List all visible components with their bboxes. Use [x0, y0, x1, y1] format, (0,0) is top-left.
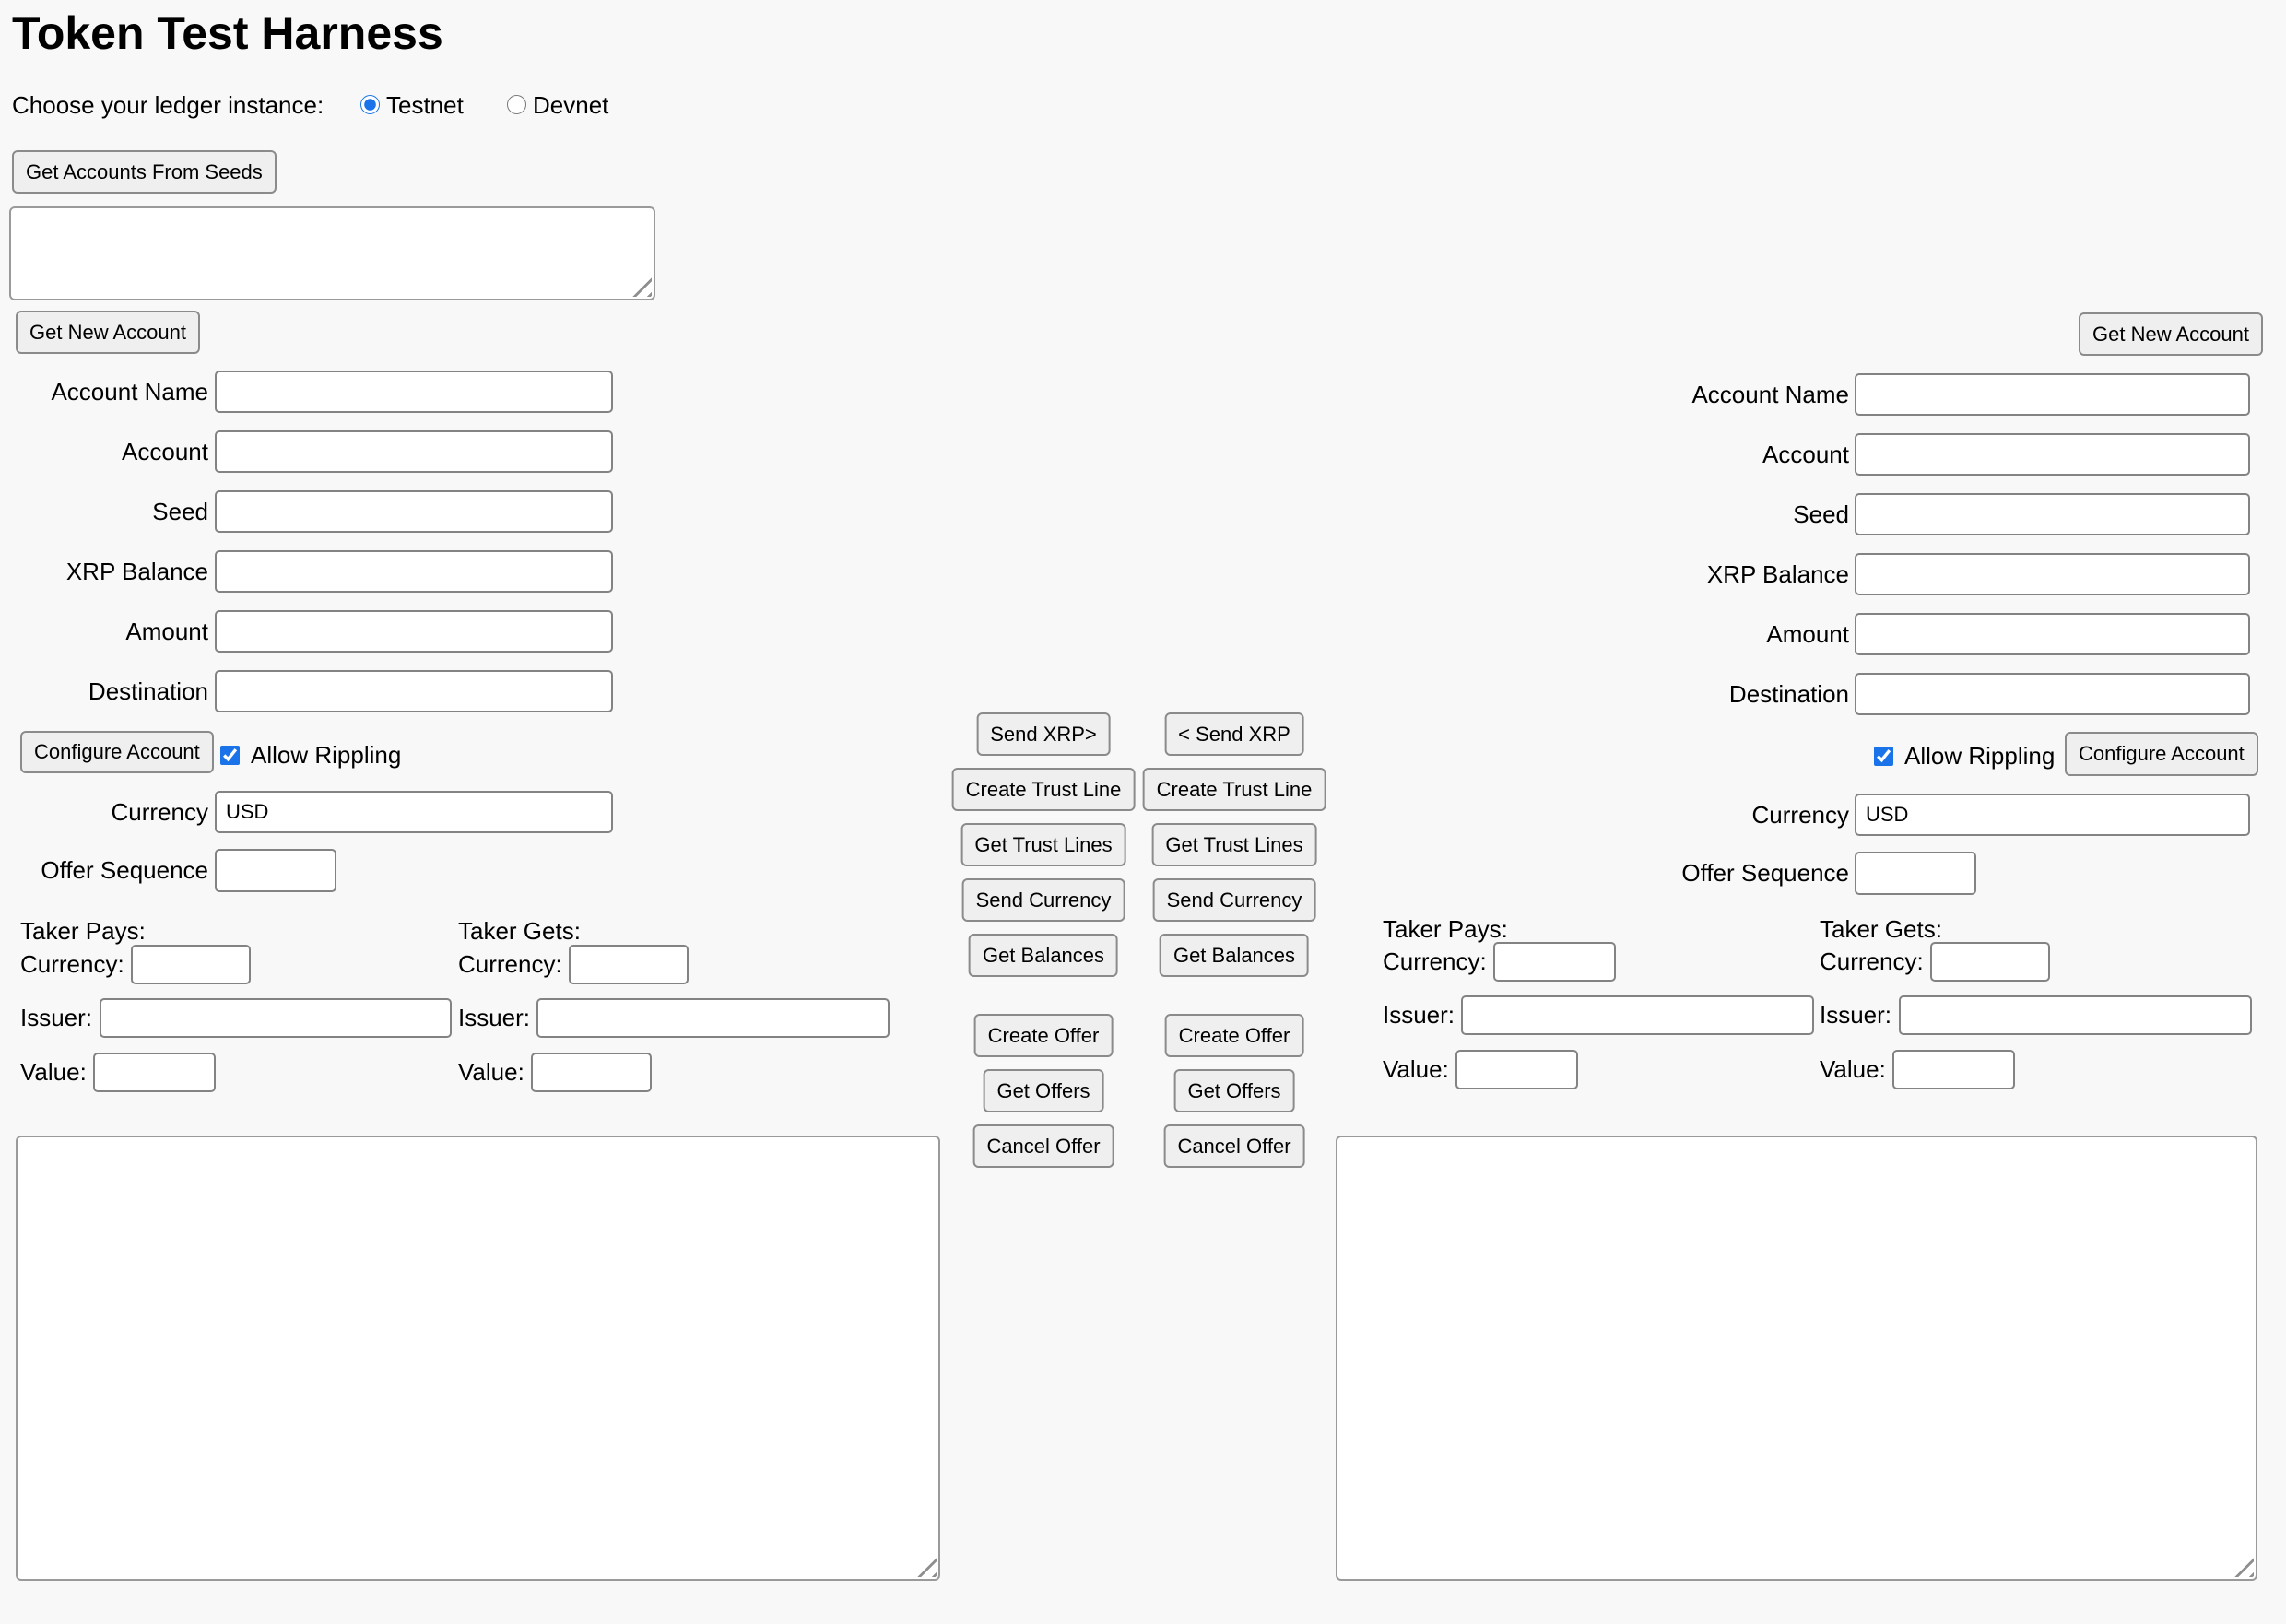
account2-taker-gets-currency-field[interactable] [1930, 942, 2050, 982]
testnet-radio[interactable] [360, 95, 380, 114]
get-offers-button-1[interactable]: Get Offers [983, 1069, 1103, 1112]
account1-taker-gets-issuer-field[interactable] [536, 998, 890, 1038]
account1-taker-gets-value-label: Value: [458, 1053, 524, 1092]
seeds-textarea[interactable] [9, 206, 655, 300]
send-xrp-right-button[interactable]: Send XRP> [976, 712, 1111, 756]
get-trust-lines-button-2[interactable]: Get Trust Lines [1151, 823, 1316, 866]
account2-name-field[interactable] [1855, 373, 2250, 416]
create-offer-button-1[interactable]: Create Offer [974, 1014, 1114, 1057]
account1-name-field[interactable] [215, 371, 613, 413]
account1-allow-rippling-label: Allow Rippling [251, 741, 401, 769]
account2-offer-sequence-label: Offer Sequence [1567, 852, 1849, 895]
account1-offer-sequence-field[interactable] [215, 849, 336, 892]
account1-seed-field[interactable] [215, 490, 613, 533]
account2-taker-gets-issuer-field[interactable] [1899, 995, 2252, 1035]
devnet-radio[interactable] [507, 95, 526, 114]
testnet-label: Testnet [386, 92, 464, 118]
account1-taker-pays-issuer-label: Issuer: [20, 998, 92, 1038]
account1-destination-field[interactable] [215, 670, 613, 712]
action-column-2: < Send XRP Create Trust Line Get Trust L… [1143, 712, 1326, 1168]
account1-results-textarea[interactable] [16, 1136, 940, 1581]
account2-account-field[interactable] [1855, 433, 2250, 476]
token-test-harness-page: Token Test Harness Choose your ledger in… [0, 0, 2286, 1624]
create-trust-line-button-1[interactable]: Create Trust Line [952, 768, 1136, 811]
account2-destination-field[interactable] [1855, 673, 2250, 715]
account1-amount-field[interactable] [215, 610, 613, 653]
send-xrp-left-button[interactable]: < Send XRP [1164, 712, 1304, 756]
account1-taker-pays-value-field[interactable] [93, 1053, 216, 1092]
account2-taker-pays-value-field[interactable] [1455, 1050, 1578, 1089]
account2-seed-field[interactable] [1855, 493, 2250, 535]
get-offers-button-2[interactable]: Get Offers [1173, 1069, 1294, 1112]
account2-xrp-balance-label: XRP Balance [1567, 553, 1849, 595]
account2-offer-sequence-field[interactable] [1855, 852, 1976, 895]
account1-taker-pays-issuer-field[interactable] [100, 998, 452, 1038]
account2-taker-gets-currency-label: Currency: [1820, 942, 1924, 982]
account1-currency-field[interactable] [215, 791, 613, 833]
account2-taker-pays-currency-field[interactable] [1493, 942, 1616, 982]
account2-currency-label: Currency [1567, 794, 1849, 836]
account1-taker-gets-issuer-label: Issuer: [458, 998, 530, 1038]
account2-taker-pays-issuer-label: Issuer: [1383, 995, 1455, 1035]
account1-name-label: Account Name [0, 371, 208, 413]
page-title: Token Test Harness [12, 6, 443, 61]
get-trust-lines-button-1[interactable]: Get Trust Lines [960, 823, 1125, 866]
cancel-offer-button-2[interactable]: Cancel Offer [1163, 1124, 1304, 1168]
account1-xrp-balance-label: XRP Balance [0, 550, 208, 593]
account2-currency-field[interactable] [1855, 794, 2250, 836]
account2-taker-gets-heading: Taker Gets: [1820, 915, 1942, 944]
account2-seed-label: Seed [1567, 493, 1849, 535]
account2-allow-rippling-checkbox[interactable] [1874, 747, 1893, 766]
action-column-1: Send XRP> Create Trust Line Get Trust Li… [952, 712, 1136, 1168]
account2-get-new-account-button[interactable]: Get New Account [2079, 312, 2263, 356]
account1-allow-rippling-checkbox[interactable] [220, 746, 240, 765]
account2-taker-pays-value-label: Value: [1383, 1050, 1449, 1089]
account2-taker-gets-value-field[interactable] [1892, 1050, 2015, 1089]
get-balances-button-1[interactable]: Get Balances [969, 934, 1118, 977]
account1-taker-gets-heading: Taker Gets: [458, 917, 581, 946]
account1-destination-label: Destination [0, 670, 208, 712]
create-offer-button-2[interactable]: Create Offer [1165, 1014, 1304, 1057]
account2-account-label: Account [1567, 433, 1849, 476]
account1-seed-label: Seed [0, 490, 208, 533]
send-currency-button-2[interactable]: Send Currency [1153, 878, 1316, 922]
account2-taker-pays-currency-label: Currency: [1383, 942, 1487, 982]
account1-taker-gets-currency-label: Currency: [458, 945, 562, 984]
account1-amount-label: Amount [0, 610, 208, 653]
account1-taker-pays-currency-field[interactable] [131, 945, 251, 984]
account2-destination-label: Destination [1567, 673, 1849, 715]
account1-taker-pays-heading: Taker Pays: [20, 917, 146, 946]
account2-taker-gets-value-label: Value: [1820, 1050, 1886, 1089]
account1-xrp-balance-field[interactable] [215, 550, 613, 593]
create-trust-line-button-2[interactable]: Create Trust Line [1143, 768, 1326, 811]
account2-taker-gets-issuer-label: Issuer: [1820, 995, 1891, 1035]
devnet-label: Devnet [533, 92, 608, 118]
account2-taker-pays-issuer-field[interactable] [1461, 995, 1814, 1035]
account2-results-textarea[interactable] [1336, 1136, 2257, 1581]
account2-taker-pays-heading: Taker Pays: [1383, 915, 1508, 944]
account2-allow-rippling-label: Allow Rippling [1904, 742, 2055, 770]
account2-configure-account-button[interactable]: Configure Account [2065, 732, 2258, 776]
account1-offer-sequence-label: Offer Sequence [0, 849, 208, 892]
account2-amount-field[interactable] [1855, 613, 2250, 655]
account2-xrp-balance-field[interactable] [1855, 553, 2250, 595]
account2-amount-label: Amount [1567, 613, 1849, 655]
account1-currency-label: Currency [0, 791, 208, 833]
account1-taker-pays-currency-label: Currency: [20, 945, 124, 984]
ledger-instance-label: Choose your ledger instance: [12, 92, 324, 118]
get-accounts-from-seeds-button[interactable]: Get Accounts From Seeds [12, 150, 277, 194]
account2-name-label: Account Name [1567, 373, 1849, 416]
get-balances-button-2[interactable]: Get Balances [1160, 934, 1309, 977]
account1-taker-gets-value-field[interactable] [531, 1053, 652, 1092]
account1-configure-account-button[interactable]: Configure Account [20, 731, 214, 773]
account1-get-new-account-button[interactable]: Get New Account [16, 311, 200, 354]
account1-account-field[interactable] [215, 430, 613, 473]
account1-account-label: Account [0, 430, 208, 473]
account1-taker-gets-currency-field[interactable] [569, 945, 689, 984]
cancel-offer-button-1[interactable]: Cancel Offer [972, 1124, 1114, 1168]
account1-taker-pays-value-label: Value: [20, 1053, 87, 1092]
send-currency-button-1[interactable]: Send Currency [962, 878, 1125, 922]
